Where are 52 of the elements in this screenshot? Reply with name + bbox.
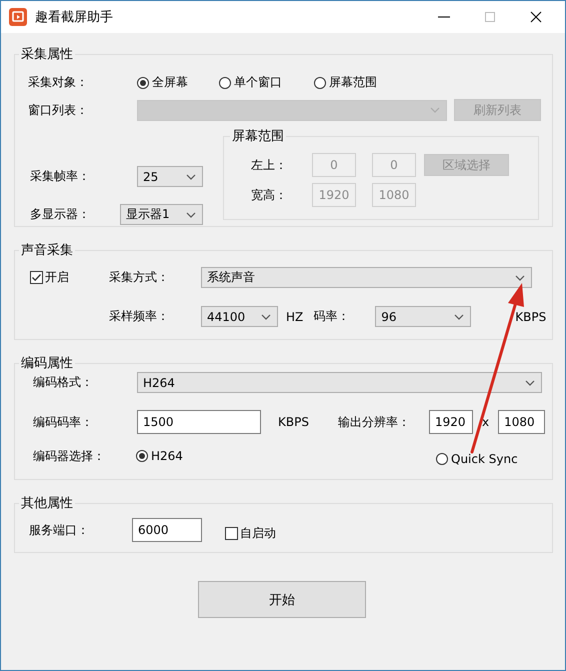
radio-button[interactable]: H264 <box>136 449 436 463</box>
group-title: 编码属性 <box>20 355 74 372</box>
app-icon <box>9 8 27 26</box>
unit-label: KBPS <box>515 310 546 324</box>
chevron-down-icon <box>454 314 464 320</box>
field-label: 输出分辨率： <box>338 414 411 430</box>
radio-button[interactable]: 屏幕范围 <box>314 74 404 91</box>
input-field[interactable]: 1500 <box>137 410 261 434</box>
start-button[interactable]: 开始 <box>198 581 366 618</box>
chevron-down-icon <box>186 174 196 180</box>
radio-button[interactable]: Quick Sync <box>436 452 536 466</box>
field-label: 编码格式： <box>33 374 94 391</box>
maximize-icon <box>484 11 496 23</box>
checkbox[interactable]: 自启动 <box>225 524 276 542</box>
window-title: 趣看截屏助手 <box>35 9 114 26</box>
field-label: 采集帧率： <box>30 168 91 185</box>
field-label: 码率： <box>313 308 350 325</box>
field-label: 编码码率： <box>33 414 94 430</box>
unit-label: HZ <box>286 310 304 324</box>
chevron-down-icon <box>430 107 440 113</box>
dropdown[interactable]: 96 <box>375 306 472 327</box>
chevron-down-icon <box>525 380 535 386</box>
input-field[interactable]: 6000 <box>132 518 202 542</box>
dropdown[interactable]: 显示器1 <box>120 204 203 225</box>
group-title: 采集属性 <box>20 46 74 63</box>
input-field[interactable]: 1080 <box>498 410 546 434</box>
dropdown[interactable]: 系统声音 <box>201 267 532 288</box>
group-title: 屏幕范围 <box>231 128 285 145</box>
separator-label: x <box>482 415 490 429</box>
group-title: 其他属性 <box>20 495 74 512</box>
radio-button[interactable]: 全屏幕 <box>137 74 219 91</box>
dropdown[interactable]: 25 <box>137 166 203 187</box>
field-label: 采集方式： <box>109 269 170 286</box>
chevron-down-icon <box>515 274 525 280</box>
field-label: 窗口列表： <box>28 102 89 118</box>
dropdown[interactable]: 44100 <box>201 306 278 327</box>
field-label: 宽高： <box>251 186 288 204</box>
chevron-down-icon <box>261 314 271 320</box>
field-label: 采集对象： <box>28 74 89 91</box>
radio-button[interactable]: 单个窗口 <box>219 74 314 91</box>
field-label: 采样频率： <box>109 308 170 325</box>
close-icon <box>530 11 542 23</box>
checkbox[interactable]: 开启 <box>30 269 109 286</box>
input-field[interactable]: 1920 <box>429 410 473 434</box>
field-label: 左上： <box>251 156 288 174</box>
field-label: 服务端口： <box>29 522 90 538</box>
dropdown[interactable]: H264 <box>137 372 542 393</box>
field-label: 多显示器： <box>30 206 91 223</box>
group-title: 声音采集 <box>20 242 74 259</box>
field-label: 编码器选择： <box>33 448 106 464</box>
chevron-down-icon <box>186 212 196 218</box>
unit-label: KBPS <box>278 415 310 429</box>
